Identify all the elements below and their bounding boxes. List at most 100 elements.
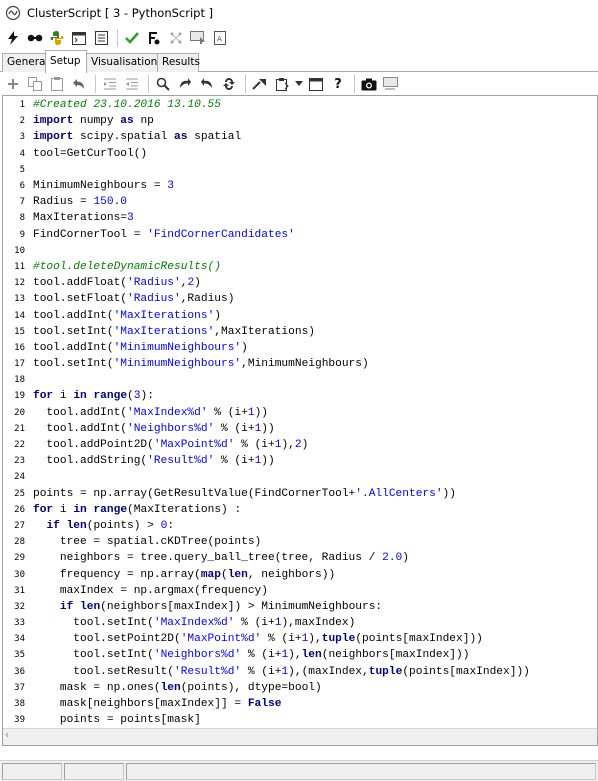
checkmark-icon[interactable] (122, 28, 142, 48)
tree-icon[interactable] (166, 28, 186, 48)
code-line[interactable]: 25 points = np.array(GetResultValue(FindC… (3, 486, 597, 502)
code-line[interactable]: 11 #tool.deleteDynamicResults() (3, 259, 597, 275)
code-line[interactable]: 34 tool.setPoint2D('MaxPoint%d' % (i+1),… (3, 631, 597, 647)
redo2-icon[interactable] (197, 74, 217, 94)
code-token: tuple (368, 665, 403, 678)
console-icon[interactable] (69, 28, 89, 48)
code-token: tree = spatial.cKDTree(points) (33, 536, 262, 549)
scroll-left-icon[interactable]: ‹ (5, 730, 9, 741)
replace-icon[interactable] (219, 74, 239, 94)
redo-icon[interactable] (175, 74, 195, 94)
code-token: '.AllCenters' (355, 487, 443, 500)
code-line[interactable]: 30 frequency = np.array(map(len, neighbo… (3, 566, 597, 582)
code-text: points = points[mask] (29, 714, 201, 726)
search-icon[interactable] (153, 74, 173, 94)
tab-results[interactable]: Results (157, 53, 200, 72)
indent-icon[interactable] (100, 74, 120, 94)
code-line[interactable]: 6 MinimumNeighbours = 3 (3, 178, 597, 194)
code-text: tool.setInt('Neighbors%d' % (i+1),len(ne… (29, 649, 469, 661)
help-icon[interactable]: ? (328, 74, 348, 94)
code-line[interactable]: 2 import numpy as np (3, 113, 597, 129)
window-icon[interactable] (306, 74, 326, 94)
code-line[interactable]: 14 tool.addInt('MaxIterations') (3, 307, 597, 323)
line-number: 24 (14, 472, 25, 483)
camera-icon[interactable] (359, 74, 379, 94)
horizontal-scrollbar[interactable]: ‹ (3, 728, 597, 745)
code-token: ) (214, 309, 222, 322)
code-token: scipy.spatial (73, 131, 175, 144)
code-line[interactable]: 1 #Created 23.10.2016 13.10.55 (3, 97, 597, 113)
copy-icon[interactable] (25, 74, 45, 94)
code-line[interactable]: 3 import scipy.spatial as spatial (3, 129, 597, 145)
code-text: import scipy.spatial as spatial (29, 131, 241, 143)
outdent-icon[interactable] (122, 74, 142, 94)
code-token: MinimumNeighbours = (33, 180, 168, 193)
line-number: 13 (14, 294, 25, 305)
undo-icon[interactable] (69, 74, 89, 94)
code-line[interactable]: 16 tool.addInt('MinimumNeighbours') (3, 340, 597, 356)
line-number: 10 (14, 245, 25, 256)
code-token: ,MaxIterations) (214, 325, 316, 338)
code-token: #Created 23.10.2016 13.10.55 (33, 99, 221, 112)
code-text: tool.addFloat('Radius',2) (29, 277, 201, 289)
code-token: 3 (127, 212, 134, 225)
code-line[interactable]: 26 for i in range(MaxIterations) : (3, 502, 597, 518)
compile-icon[interactable] (144, 28, 164, 48)
code-token: tool.addInt( (33, 422, 127, 435)
code-text: tool.addInt('Neighbors%d' % (i+1)) (29, 422, 274, 435)
code-line[interactable]: 7 Radius = 150.0 (3, 194, 597, 210)
code-line[interactable]: 32 if len(neighbors[maxIndex]) > Minimum… (3, 599, 597, 615)
code-line[interactable]: 9 FindCornerTool = 'FindCornerCandidates' (3, 227, 597, 243)
code-line[interactable]: 38 mask[neighbors[maxIndex]] = False (3, 696, 597, 712)
code-line[interactable]: 28 tree = spatial.cKDTree(points) (3, 534, 597, 550)
code-token: spatial (187, 131, 242, 144)
code-token: np (133, 115, 154, 128)
chevron-down-icon[interactable] (294, 74, 304, 94)
paste-icon[interactable] (47, 74, 67, 94)
tab-general[interactable]: General (2, 53, 48, 72)
code-line[interactable]: 27 if len(points) > 0: (3, 518, 597, 534)
code-line[interactable]: 36 tool.setResult('Result%d' % (i+1),(ma… (3, 664, 597, 680)
clipboard-icon[interactable] (272, 74, 292, 94)
monitor-icon[interactable] (381, 74, 401, 94)
lightning-icon[interactable] (3, 28, 23, 48)
code-line[interactable]: 39 points = points[mask] (3, 712, 597, 728)
python-icon[interactable] (47, 28, 67, 48)
code-editor[interactable]: 1 #Created 23.10.2016 13.10.55 2 import num… (2, 95, 598, 746)
code-line[interactable]: 20 tool.addInt('MaxIndex%d' % (i+1)) (3, 405, 597, 421)
code-text: tree = spatial.cKDTree(points) (29, 536, 261, 548)
line-number: 35 (14, 650, 25, 661)
tab-setup[interactable]: Setup (45, 50, 87, 73)
code-token: (neighbors[maxIndex]) > MinimumNeighbour… (100, 600, 383, 613)
add-icon[interactable] (3, 74, 23, 94)
code-line[interactable]: 19 for i in range(3): (3, 388, 597, 404)
code-line[interactable]: 22 tool.addPoint2D('MaxPoint%d' % (i+1),… (3, 437, 597, 453)
code-line[interactable]: 21 tool.addInt('Neighbors%d' % (i+1)) (3, 421, 597, 437)
code-line[interactable]: 24 (3, 469, 597, 485)
bookmark-icon[interactable] (250, 74, 270, 94)
monitor-icon[interactable] (188, 28, 208, 48)
code-line[interactable]: 12 tool.addFloat('Radius',2) (3, 275, 597, 291)
code-line[interactable]: 4 tool=GetCurTool() (3, 146, 597, 162)
code-line[interactable]: 29 neighbors = tree.query_ball_tree(tree… (3, 550, 597, 566)
code-token: ), (281, 439, 295, 452)
code-line[interactable]: 33 tool.setInt('MaxIndex%d' % (i+1),maxI… (3, 615, 597, 631)
code-line[interactable]: 17 tool.setInt('MinimumNeighbours',Minimu… (3, 356, 597, 372)
code-line[interactable]: 10 (3, 243, 597, 259)
tab-visualisation[interactable]: Visualisation (86, 53, 158, 72)
code-line[interactable]: 35 tool.setInt('Neighbors%d' % (i+1),len… (3, 647, 597, 663)
code-line[interactable]: 37 mask = np.ones(len(points), dtype=boo… (3, 680, 597, 696)
page-icon[interactable]: A (210, 28, 230, 48)
code-line[interactable]: 18 (3, 372, 597, 388)
document-icon[interactable] (91, 28, 111, 48)
code-line[interactable]: 31 maxIndex = np.argmax(frequency) (3, 583, 597, 599)
line-number: 9 (19, 229, 25, 240)
code-line[interactable]: 8 MaxIterations=3 (3, 210, 597, 226)
line-number: 3 (19, 132, 25, 143)
toolbar-separator (95, 75, 96, 93)
code-line[interactable]: 5 (3, 162, 597, 178)
glasses-icon[interactable] (25, 28, 45, 48)
code-line[interactable]: 23 tool.addString('Result%d' % (i+1)) (3, 453, 597, 469)
code-line[interactable]: 15 tool.setInt('MaxIterations',MaxIterati… (3, 324, 597, 340)
code-line[interactable]: 13 tool.setFloat('Radius',Radius) (3, 291, 597, 307)
